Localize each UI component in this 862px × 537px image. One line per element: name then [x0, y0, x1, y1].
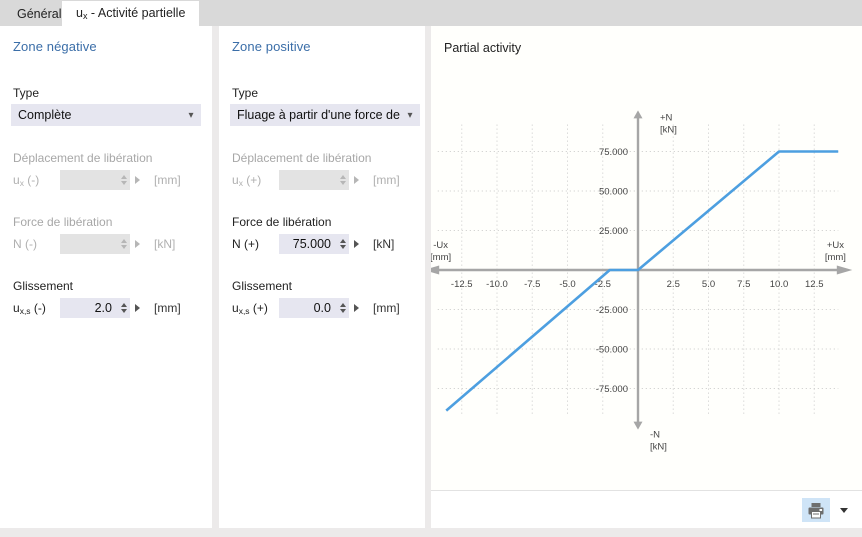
- svg-text:-7.5: -7.5: [524, 279, 540, 290]
- spinner-arrows-icon[interactable]: [117, 170, 130, 190]
- printer-icon: [807, 502, 825, 519]
- positive-slippage-symbol: ux,s (+): [232, 301, 268, 316]
- positive-type-label: Type: [232, 86, 258, 100]
- positive-release-force-stepper[interactable]: 75.000: [279, 234, 367, 254]
- play-arrow-icon[interactable]: [130, 298, 144, 318]
- svg-text:-5.0: -5.0: [559, 279, 575, 290]
- positive-slippage-label: Glissement: [232, 279, 292, 293]
- chevron-down-icon: ▾: [400, 110, 420, 121]
- positive-zone-panel: Zone positive Type Fluage à partir d'une…: [219, 26, 425, 528]
- spinner-arrows-icon[interactable]: [336, 170, 349, 190]
- negative-slippage-label: Glissement: [13, 279, 73, 293]
- tab-bar: Général ux - Activité partielle: [0, 0, 862, 26]
- svg-text:10.0: 10.0: [770, 279, 789, 290]
- svg-text:50.000: 50.000: [599, 187, 628, 198]
- svg-text:-25.000: -25.000: [596, 305, 628, 316]
- positive-release-displacement-stepper[interactable]: [279, 170, 367, 190]
- negative-release-force-stepper[interactable]: [60, 234, 148, 254]
- positive-release-force-label: Force de libération: [232, 215, 331, 229]
- svg-text:75.000: 75.000: [599, 147, 628, 158]
- tab-ux-partial-activity-label: ux - Activité partielle: [76, 6, 185, 21]
- play-arrow-icon[interactable]: [349, 298, 363, 318]
- chart-footer: [431, 490, 862, 528]
- negative-slippage-symbol: ux,s (-): [13, 301, 46, 316]
- spinner-arrows-icon[interactable]: [117, 234, 130, 254]
- play-arrow-icon[interactable]: [349, 234, 363, 254]
- negative-release-displacement-stepper[interactable]: [60, 170, 148, 190]
- partial-activity-plot: -12.5-10.0-7.5-5.0-2.52.55.07.510.012.57…: [431, 26, 862, 490]
- negative-type-label: Type: [13, 86, 39, 100]
- svg-text:12.5: 12.5: [805, 279, 824, 290]
- svg-text:[mm]: [mm]: [825, 252, 846, 263]
- negative-slippage-value: 2.0: [60, 301, 117, 315]
- positive-release-displacement-label: Déplacement de libération: [232, 151, 371, 165]
- positive-slippage-unit: [mm]: [373, 301, 400, 315]
- svg-text:7.5: 7.5: [737, 279, 750, 290]
- positive-release-displacement-unit: [mm]: [373, 173, 400, 187]
- positive-release-force-value: 75.000: [279, 237, 336, 251]
- spinner-arrows-icon[interactable]: [336, 298, 349, 318]
- svg-text:-Ux: -Ux: [433, 240, 448, 251]
- negative-slippage-stepper[interactable]: 2.0: [60, 298, 148, 318]
- spinner-arrows-icon[interactable]: [336, 234, 349, 254]
- positive-release-force-symbol: N (+): [232, 237, 259, 251]
- svg-text:-10.0: -10.0: [486, 279, 508, 290]
- positive-release-force-unit: [kN]: [373, 237, 394, 251]
- play-arrow-icon[interactable]: [130, 170, 144, 190]
- positive-slippage-stepper[interactable]: 0.0: [279, 298, 367, 318]
- negative-release-displacement-label: Déplacement de libération: [13, 151, 152, 165]
- negative-zone-panel: Zone négative Type Complète ▾ Déplacemen…: [0, 26, 212, 528]
- negative-zone-title: Zone négative: [13, 39, 97, 54]
- positive-type-combobox[interactable]: Fluage à partir d'une force de l... ▾: [230, 104, 420, 126]
- negative-type-combobox[interactable]: Complète ▾: [11, 104, 201, 126]
- svg-text:5.0: 5.0: [702, 279, 715, 290]
- negative-release-force-symbol: N (-): [13, 237, 37, 251]
- svg-text:[kN]: [kN]: [650, 442, 667, 453]
- svg-text:[kN]: [kN]: [660, 124, 677, 135]
- positive-zone-title: Zone positive: [232, 39, 311, 54]
- play-arrow-icon[interactable]: [130, 234, 144, 254]
- chart-panel: Partial activity -12.5-10.0-7.5-5.0-2.52…: [431, 26, 862, 528]
- print-dropdown-button[interactable]: [836, 498, 852, 522]
- svg-text:-50.000: -50.000: [596, 345, 628, 356]
- negative-type-value: Complète: [11, 108, 181, 122]
- negative-release-force-unit: [kN]: [154, 237, 175, 251]
- tab-ux-partial-activity[interactable]: ux - Activité partielle: [62, 1, 199, 26]
- positive-slippage-value: 0.0: [279, 301, 336, 315]
- positive-release-displacement-symbol: ux (+): [232, 173, 261, 188]
- chevron-down-icon: ▾: [181, 110, 201, 121]
- positive-type-value: Fluage à partir d'une force de l...: [230, 108, 400, 122]
- negative-slippage-unit: [mm]: [154, 301, 181, 315]
- svg-text:-N: -N: [650, 430, 660, 441]
- negative-release-displacement-symbol: ux (-): [13, 173, 39, 188]
- caret-down-icon: [840, 508, 848, 513]
- print-button[interactable]: [802, 498, 830, 522]
- svg-text:25.000: 25.000: [599, 226, 628, 237]
- svg-text:-75.000: -75.000: [596, 384, 628, 395]
- svg-text:+N: +N: [660, 112, 673, 123]
- spinner-arrows-icon[interactable]: [117, 298, 130, 318]
- svg-text:+Ux: +Ux: [827, 240, 844, 251]
- negative-release-force-label: Force de libération: [13, 215, 112, 229]
- tab-general-label: Général: [17, 7, 61, 21]
- svg-text:[mm]: [mm]: [431, 252, 451, 263]
- play-arrow-icon[interactable]: [349, 170, 363, 190]
- svg-text:2.5: 2.5: [667, 279, 680, 290]
- negative-release-displacement-unit: [mm]: [154, 173, 181, 187]
- svg-text:-12.5: -12.5: [451, 279, 473, 290]
